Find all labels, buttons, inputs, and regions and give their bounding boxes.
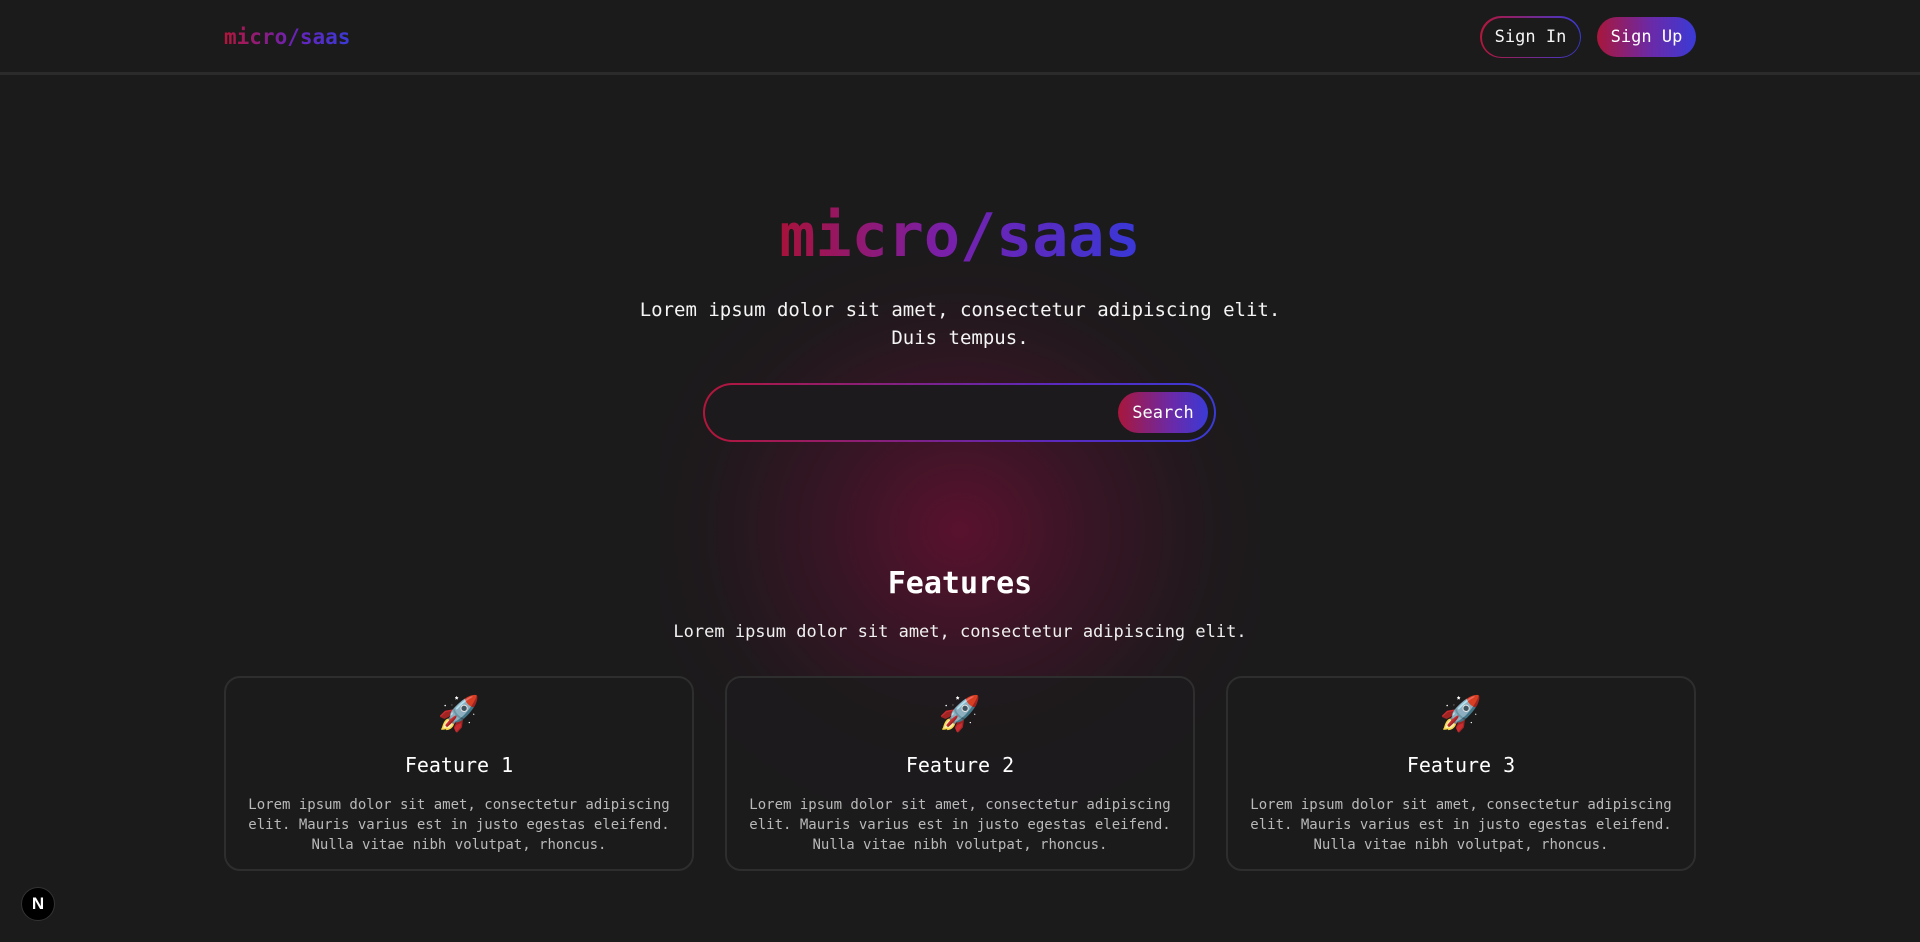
hero-title: micro/saas bbox=[0, 198, 1920, 274]
sign-up-button[interactable]: Sign Up bbox=[1597, 17, 1696, 57]
search-bar: Search bbox=[703, 383, 1216, 442]
sign-in-button[interactable]: Sign In bbox=[1480, 16, 1581, 58]
search-button[interactable]: Search bbox=[1118, 392, 1208, 433]
hero-title-text: micro/saas bbox=[779, 201, 1141, 271]
feature-title: Feature 1 bbox=[404, 753, 514, 777]
page: micro/saas Sign In Sign Up micro/saas Lo… bbox=[0, 0, 1920, 942]
features-subtitle: Lorem ipsum dolor sit amet, consectetur … bbox=[673, 622, 1247, 642]
feature-description: Lorem ipsum dolor sit amet, consectetur … bbox=[248, 797, 670, 853]
features-title: Features bbox=[887, 566, 1033, 601]
feature-card-1: 🚀 Feature 1 Lorem ipsum dolor sit amet, … bbox=[224, 676, 694, 871]
sign-in-label: Sign In bbox=[1481, 17, 1580, 57]
search-input[interactable] bbox=[723, 395, 1093, 431]
rocket-icon: 🚀 bbox=[1439, 694, 1483, 734]
hero-subtitle: Lorem ipsum dolor sit amet, consectetur … bbox=[639, 299, 1281, 349]
nextjs-icon[interactable]: N bbox=[21, 887, 55, 921]
rocket-icon: 🚀 bbox=[437, 694, 481, 734]
logo[interactable]: micro/saas bbox=[224, 25, 350, 49]
feature-title: Feature 3 bbox=[1406, 753, 1516, 777]
top-nav: micro/saas Sign In Sign Up bbox=[0, 0, 1920, 75]
feature-title: Feature 2 bbox=[905, 753, 1015, 777]
rocket-icon: 🚀 bbox=[938, 694, 982, 734]
feature-card-2: 🚀 Feature 2 Lorem ipsum dolor sit amet, … bbox=[725, 676, 1195, 871]
feature-card-3: 🚀 Feature 3 Lorem ipsum dolor sit amet, … bbox=[1226, 676, 1696, 871]
feature-description: Lorem ipsum dolor sit amet, consectetur … bbox=[1250, 797, 1672, 853]
search-bar-inner: Search bbox=[705, 385, 1214, 440]
feature-description: Lorem ipsum dolor sit amet, consectetur … bbox=[749, 797, 1171, 853]
